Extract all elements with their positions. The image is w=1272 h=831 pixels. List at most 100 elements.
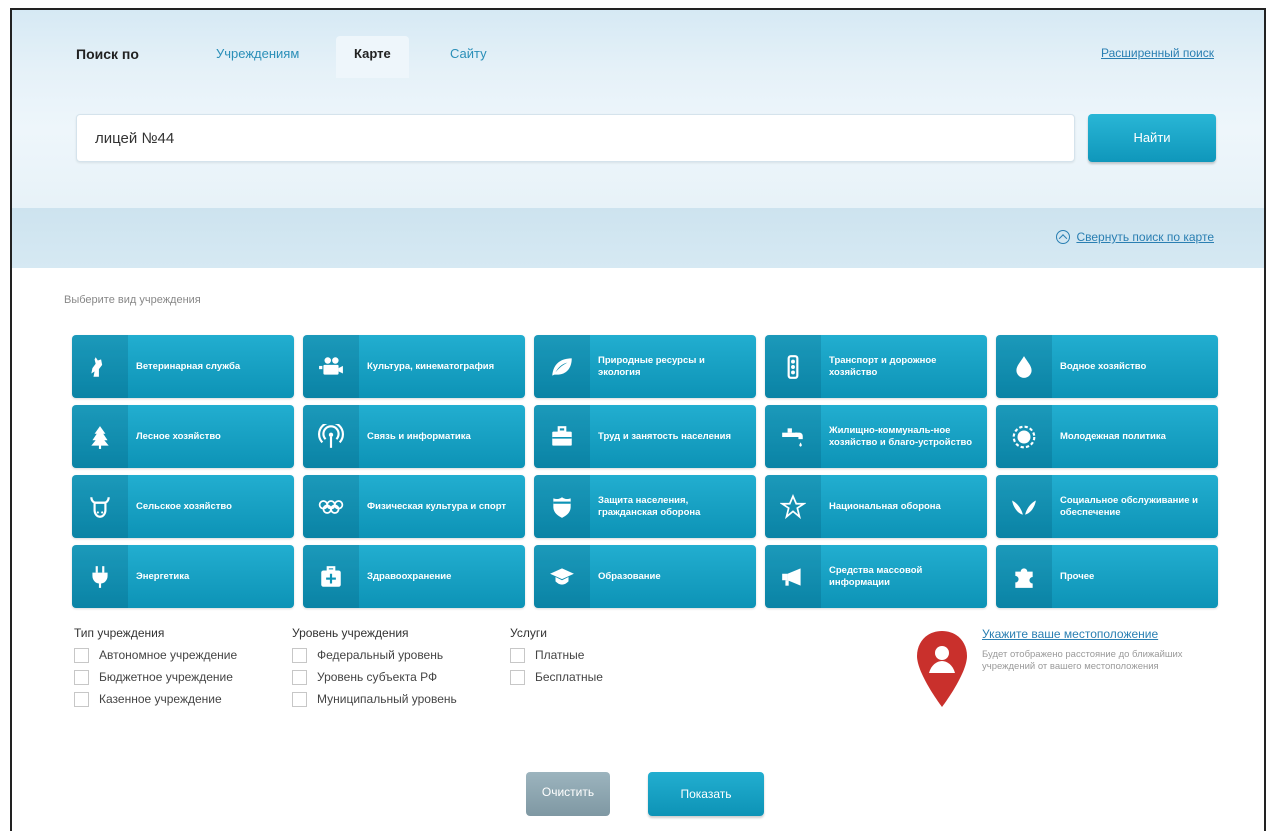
antenna-icon (303, 405, 359, 468)
tree-icon (72, 405, 128, 468)
checkbox[interactable] (510, 647, 525, 663)
collapse-link-label: Свернуть поиск по карте (1076, 230, 1214, 244)
category-civil-defense[interactable]: Защита населения, гражданская оборона (534, 475, 756, 538)
checkbox[interactable] (292, 647, 307, 663)
filter-option-autonomous[interactable]: Автономное учреждение (74, 644, 237, 666)
filter-option-label: Бюджетное учреждение (99, 670, 233, 684)
advanced-search-link[interactable]: Расширенный поиск (1101, 46, 1214, 60)
cow-icon (72, 475, 128, 538)
category-label: Культура, кинематография (367, 360, 495, 372)
puzzle-icon (996, 545, 1052, 608)
category-label: Сельское хозяйство (136, 500, 232, 512)
category-agriculture[interactable]: Сельское хозяйство (72, 475, 294, 538)
category-culture[interactable]: Культура, кинематография (303, 335, 525, 398)
checkbox[interactable] (510, 669, 525, 685)
checkbox[interactable] (292, 669, 307, 685)
filter-level-title: Уровень учреждения (292, 626, 409, 640)
category-healthcare[interactable]: Здравоохранение (303, 545, 525, 608)
category-ecology[interactable]: Природные ресурсы и экология (534, 335, 756, 398)
category-forestry[interactable]: Лесное хозяйство (72, 405, 294, 468)
category-other[interactable]: Прочее (996, 545, 1218, 608)
checkbox[interactable] (74, 647, 89, 663)
category-sport[interactable]: Физическая культура и спорт (303, 475, 525, 538)
category-water[interactable]: Водное хозяйство (996, 335, 1218, 398)
category-grid: Ветеринарная служба Культура, кинематогр… (72, 335, 1220, 608)
category-label: Национальная оборона (829, 500, 941, 512)
filter-option-paid[interactable]: Платные (510, 644, 603, 666)
category-label: Средства массовой информации (829, 565, 923, 588)
category-label: Физическая культура и спорт (367, 500, 507, 512)
collapse-map-search-link[interactable]: Свернуть поиск по карте (1056, 230, 1214, 244)
graduation-cap-icon (534, 545, 590, 608)
search-panel: Поиск по Учреждениям Карте Сайту Расшире… (12, 10, 1264, 208)
category-communications[interactable]: Связь и информатика (303, 405, 525, 468)
map-toggle-strip: Свернуть поиск по карте (12, 208, 1264, 268)
category-label: Социальное обслуживание и обеспечение (1060, 495, 1199, 518)
filter-option-free[interactable]: Бесплатные (510, 666, 603, 688)
category-label: Транспорт и дорожное хозяйство (829, 355, 937, 378)
plug-icon (72, 545, 128, 608)
shield-icon (534, 475, 590, 538)
wings-icon (996, 475, 1052, 538)
checkbox[interactable] (292, 691, 307, 707)
filter-option-state[interactable]: Казенное учреждение (74, 688, 237, 710)
filter-option-label: Уровень субъекта РФ (317, 670, 438, 684)
sun-icon (996, 405, 1052, 468)
location-pin-icon[interactable] (914, 629, 970, 709)
category-label: Лесное хозяйство (136, 430, 221, 442)
tab-site[interactable]: Сайту (432, 36, 505, 78)
olympic-rings-icon (303, 475, 359, 538)
tab-institutions[interactable]: Учреждениям (198, 36, 317, 78)
category-housing[interactable]: Жилищно-коммуналь-ное хозяйство и благо-… (765, 405, 987, 468)
category-label: Прочее (1060, 570, 1095, 582)
search-by-label: Поиск по (76, 46, 139, 62)
category-label: Энергетика (136, 570, 190, 582)
category-social[interactable]: Социальное обслуживание и обеспечение (996, 475, 1218, 538)
category-label: Ветеринарная служба (136, 360, 241, 372)
category-veterinary[interactable]: Ветеринарная служба (72, 335, 294, 398)
category-energy[interactable]: Энергетика (72, 545, 294, 608)
megaphone-icon (765, 545, 821, 608)
collapse-icon (1056, 230, 1071, 244)
filter-type: Тип учреждения Автономное учреждение Бюд… (74, 626, 237, 710)
filter-option-label: Казенное учреждение (99, 692, 222, 706)
dog-icon (72, 335, 128, 398)
category-label: Жилищно-коммуналь-ное хозяйство и благо-… (829, 425, 973, 448)
category-prompt: Выберите вид учреждения (64, 294, 201, 306)
search-button[interactable]: Найти (1088, 114, 1216, 162)
star-icon (765, 475, 821, 538)
location-panel: Укажите ваше местоположение Будет отобра… (914, 625, 1214, 715)
filter-option-federal[interactable]: Федеральный уровень (292, 644, 457, 666)
traffic-light-icon (765, 335, 821, 398)
filter-option-label: Бесплатные (535, 670, 603, 684)
filter-option-municipal[interactable]: Муниципальный уровень (292, 688, 457, 710)
category-national-defense[interactable]: Национальная оборона (765, 475, 987, 538)
first-aid-icon (303, 545, 359, 608)
search-input[interactable]: лицей №44 (76, 114, 1075, 162)
film-camera-icon (303, 335, 359, 398)
checkbox[interactable] (74, 691, 89, 707)
category-transport[interactable]: Транспорт и дорожное хозяйство (765, 335, 987, 398)
clear-button[interactable]: Очистить (526, 772, 610, 816)
checkbox[interactable] (74, 669, 89, 685)
page-frame: Поиск по Учреждениям Карте Сайту Расшире… (10, 8, 1266, 831)
category-media[interactable]: Средства массовой информации (765, 545, 987, 608)
filter-level: Уровень учреждения Федеральный уровень У… (292, 626, 457, 710)
category-youth[interactable]: Молодежная политика (996, 405, 1218, 468)
category-education[interactable]: Образование (534, 545, 756, 608)
search-tabs: Поиск по Учреждениям Карте Сайту Расшире… (12, 10, 1264, 78)
filter-option-budget[interactable]: Бюджетное учреждение (74, 666, 237, 688)
leaf-icon (534, 335, 590, 398)
filter-option-regional[interactable]: Уровень субъекта РФ (292, 666, 457, 688)
tab-map[interactable]: Карте (336, 36, 409, 78)
category-label: Защита населения, гражданская оборона (598, 495, 701, 518)
category-label: Молодежная политика (1060, 430, 1166, 442)
filter-services: Услуги Платные Бесплатные (510, 626, 603, 688)
water-drop-icon (996, 335, 1052, 398)
category-labor[interactable]: Труд и занятость населения (534, 405, 756, 468)
category-label: Водное хозяйство (1060, 360, 1147, 372)
set-location-link[interactable]: Укажите ваше местоположение (982, 627, 1158, 641)
location-description: Будет отображено расстояние до ближайших… (982, 649, 1183, 672)
show-button[interactable]: Показать (648, 772, 764, 816)
category-label: Связь и информатика (367, 430, 471, 442)
